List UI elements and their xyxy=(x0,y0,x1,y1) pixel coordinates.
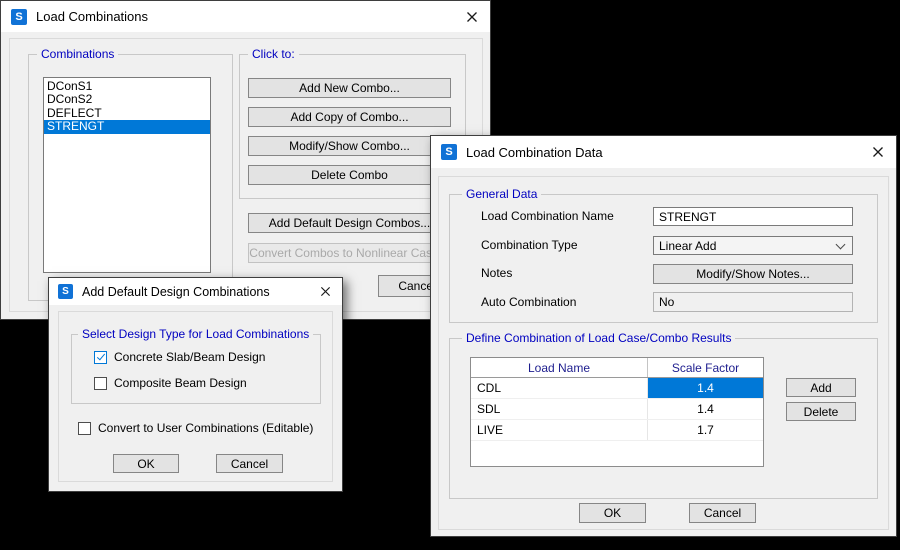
table-row[interactable]: SDL1.4 xyxy=(471,399,763,420)
chevron-down-icon xyxy=(836,239,846,249)
load-combinations-titlebar[interactable]: S Load Combinations xyxy=(1,1,490,32)
load-combination-name-input[interactable]: STRENGT xyxy=(653,207,853,226)
convert-to-user-combinations-checkbox-row[interactable]: Convert to User Combinations (Editable) xyxy=(78,421,313,435)
window-title: Load Combination Data xyxy=(466,145,603,160)
list-item[interactable]: DEFLECT xyxy=(44,107,210,120)
auto-combination-label: Auto Combination xyxy=(481,295,576,309)
scale-factor-cell[interactable]: 1.4 xyxy=(648,399,763,419)
scale-factor-header: Scale Factor xyxy=(648,358,763,377)
cancel-button[interactable]: Cancel xyxy=(689,503,756,523)
load-name-cell[interactable]: SDL xyxy=(471,399,648,419)
combination-type-label: Combination Type xyxy=(481,238,578,252)
load-combination-name-label: Load Combination Name xyxy=(481,209,614,223)
checkbox-label: Composite Beam Design xyxy=(114,376,247,390)
close-icon[interactable] xyxy=(317,284,333,300)
close-icon[interactable] xyxy=(464,9,480,25)
load-name-header: Load Name xyxy=(471,358,648,377)
table-header-row: Load Name Scale Factor xyxy=(471,358,763,378)
load-name-cell[interactable]: CDL xyxy=(471,378,648,398)
add-new-combo-button[interactable]: Add New Combo... xyxy=(248,78,451,98)
load-combination-name-value: STRENGT xyxy=(659,210,716,224)
load-name-cell[interactable]: LIVE xyxy=(471,420,648,440)
add-default-design-titlebar[interactable]: S Add Default Design Combinations xyxy=(49,278,342,305)
checkbox-label: Convert to User Combinations (Editable) xyxy=(98,421,313,435)
modify-show-combo-button[interactable]: Modify/Show Combo... xyxy=(248,136,451,156)
cancel-button[interactable]: Cancel xyxy=(216,454,283,473)
load-combination-data-titlebar[interactable]: S Load Combination Data xyxy=(431,136,896,168)
combination-type-value: Linear Add xyxy=(659,239,716,253)
app-icon: S xyxy=(58,284,73,299)
ok-button[interactable]: OK xyxy=(579,503,646,523)
auto-combination-value: No xyxy=(659,295,674,309)
close-icon[interactable] xyxy=(870,144,886,160)
app-icon: S xyxy=(441,144,457,160)
design-type-group: Select Design Type for Load Combinations… xyxy=(71,334,321,404)
design-type-group-label: Select Design Type for Load Combinations xyxy=(78,327,313,341)
design-type-checkbox-row[interactable]: Concrete Slab/Beam Design xyxy=(94,350,265,364)
convert-combos-nonlinear-button: Convert Combos to Nonlinear Cases... xyxy=(248,243,456,263)
ok-button[interactable]: OK xyxy=(113,454,179,473)
checkbox-icon[interactable] xyxy=(94,351,107,364)
combination-type-select[interactable]: Linear Add xyxy=(653,236,853,255)
window-title: Load Combinations xyxy=(36,9,148,24)
combinations-list[interactable]: DConS1DConS2DEFLECTSTRENGT xyxy=(43,77,211,273)
add-default-design-combos-button[interactable]: Add Default Design Combos... xyxy=(248,213,451,233)
combinations-group-label: Combinations xyxy=(37,47,118,61)
table-body: CDL1.4SDL1.4LIVE1.7 xyxy=(471,378,763,441)
modify-show-notes-button[interactable]: Modify/Show Notes... xyxy=(653,264,853,284)
add-row-button[interactable]: Add xyxy=(786,378,856,397)
checkbox-icon[interactable] xyxy=(78,422,91,435)
auto-combination-field: No xyxy=(653,292,853,312)
general-data-label: General Data xyxy=(462,187,541,201)
notes-label: Notes xyxy=(481,266,512,280)
scale-factor-cell[interactable]: 1.4 xyxy=(648,378,763,398)
load-case-table[interactable]: Load Name Scale Factor CDL1.4SDL1.4LIVE1… xyxy=(470,357,764,467)
checkbox-label: Concrete Slab/Beam Design xyxy=(114,350,265,364)
app-icon: S xyxy=(11,9,27,25)
delete-combo-button[interactable]: Delete Combo xyxy=(248,165,451,185)
scale-factor-cell[interactable]: 1.7 xyxy=(648,420,763,440)
list-item[interactable]: STRENGT xyxy=(44,120,210,133)
add-default-design-combinations-dialog: S Add Default Design Combinations Select… xyxy=(48,277,343,492)
table-row[interactable]: CDL1.4 xyxy=(471,378,763,399)
list-item[interactable]: DConS2 xyxy=(44,93,210,106)
add-copy-of-combo-button[interactable]: Add Copy of Combo... xyxy=(248,107,451,127)
load-combination-data-dialog: S Load Combination Data General Data Loa… xyxy=(430,135,897,537)
define-combination-label: Define Combination of Load Case/Combo Re… xyxy=(462,331,735,345)
list-item[interactable]: DConS1 xyxy=(44,80,210,93)
load-combinations-dialog: S Load Combinations Combinations DConS1D… xyxy=(0,0,491,320)
checkbox-icon[interactable] xyxy=(94,377,107,390)
design-type-checkbox-row[interactable]: Composite Beam Design xyxy=(94,376,247,390)
window-title: Add Default Design Combinations xyxy=(82,285,270,299)
table-row[interactable]: LIVE1.7 xyxy=(471,420,763,441)
click-to-label: Click to: xyxy=(248,47,299,61)
delete-row-button[interactable]: Delete xyxy=(786,402,856,421)
